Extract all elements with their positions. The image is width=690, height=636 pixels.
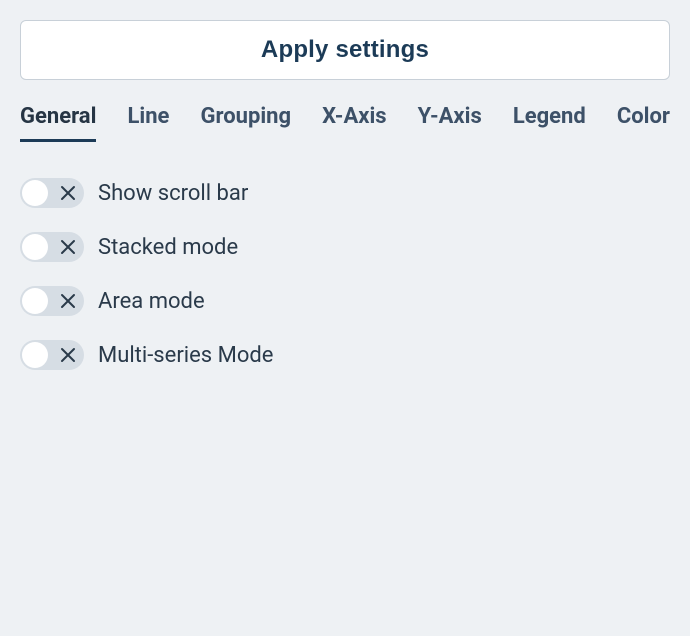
option-show-scroll-bar: Show scroll bar: [20, 166, 670, 220]
tab-legend[interactable]: Legend: [513, 96, 586, 142]
option-label: Multi-series Mode: [98, 343, 273, 368]
option-label: Show scroll bar: [98, 181, 248, 206]
options-panel: Show scroll bar Stacked mode Area mode M…: [20, 142, 670, 382]
tab-y-axis[interactable]: Y-Axis: [418, 96, 482, 142]
toggle-show-scroll-bar[interactable]: [20, 178, 84, 208]
tab-grouping[interactable]: Grouping: [200, 96, 291, 142]
option-multi-series-mode: Multi-series Mode: [20, 328, 670, 382]
toggle-knob: [22, 288, 48, 314]
toggle-multi-series-mode[interactable]: [20, 340, 84, 370]
tab-general[interactable]: General: [20, 96, 96, 142]
option-label: Area mode: [98, 289, 205, 314]
x-icon: [58, 183, 78, 203]
toggle-knob: [22, 342, 48, 368]
toggle-stacked-mode[interactable]: [20, 232, 84, 262]
option-label: Stacked mode: [98, 235, 238, 260]
toggle-area-mode[interactable]: [20, 286, 84, 316]
toggle-knob: [22, 234, 48, 260]
apply-settings-button[interactable]: Apply settings: [20, 20, 670, 80]
tab-color[interactable]: Color: [617, 96, 670, 142]
option-area-mode: Area mode: [20, 274, 670, 328]
x-icon: [58, 237, 78, 257]
x-icon: [58, 345, 78, 365]
x-icon: [58, 291, 78, 311]
toggle-knob: [22, 180, 48, 206]
tab-x-axis[interactable]: X-Axis: [322, 96, 386, 142]
tab-line[interactable]: Line: [127, 96, 169, 142]
tabs-bar: General Line Grouping X-Axis Y-Axis Lege…: [20, 80, 670, 142]
option-stacked-mode: Stacked mode: [20, 220, 670, 274]
